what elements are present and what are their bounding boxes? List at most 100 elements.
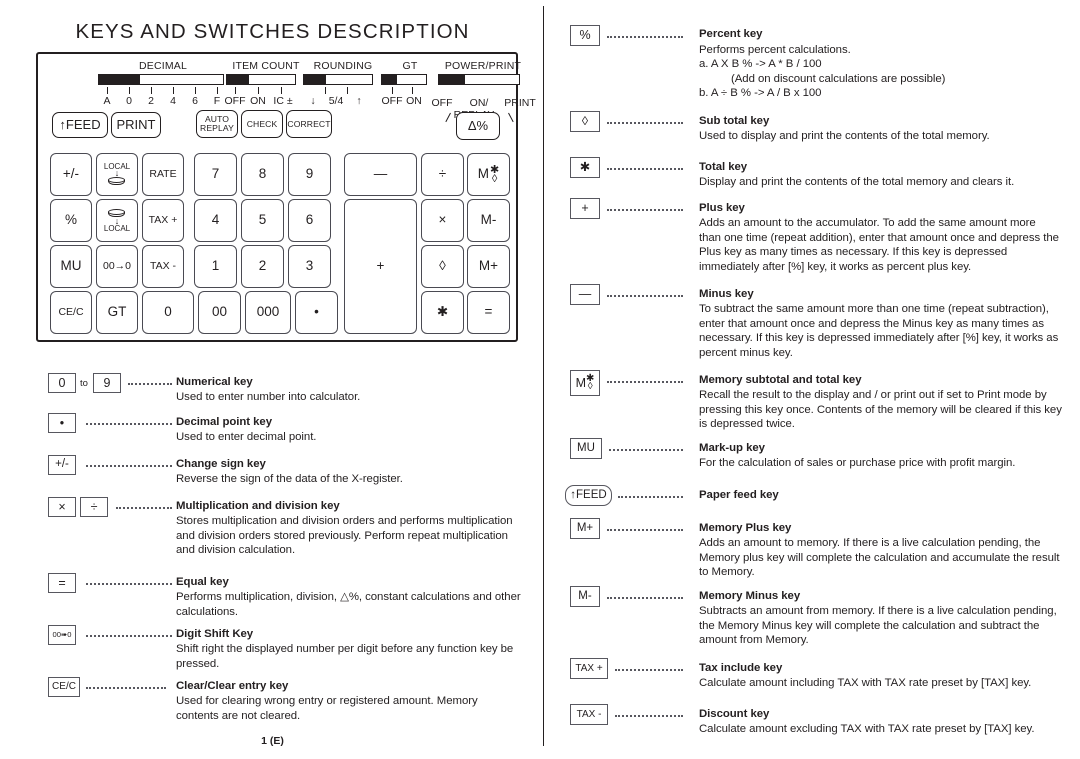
- key-icon-tax-plus[interactable]: TAX +: [570, 658, 608, 679]
- entry-body: Stores multiplication and division order…: [176, 515, 513, 557]
- entry-body: Display and print the contents of the to…: [699, 176, 1015, 188]
- key-memory-subtotal-total[interactable]: M ✱ ◊: [467, 153, 510, 196]
- entry-title: Sub total key: [699, 115, 770, 127]
- key-icon-memory-minus[interactable]: M-: [570, 586, 600, 607]
- key-subtotal[interactable]: ◊: [421, 245, 464, 288]
- key-0[interactable]: 0: [142, 291, 194, 334]
- page-footer: 1 (E): [0, 735, 545, 747]
- leader-dots: [607, 295, 683, 299]
- key-icon-plus-minus[interactable]: +/-: [48, 455, 76, 475]
- key-memory-minus[interactable]: M-: [467, 199, 510, 242]
- cylinder-icon: [108, 177, 126, 186]
- key-decimal-point[interactable]: •: [295, 291, 338, 334]
- right-column: % Percent key Performs percent calculati…: [545, 0, 1080, 759]
- key-plus[interactable]: +: [344, 199, 417, 334]
- key-tax-plus[interactable]: TAX +: [142, 199, 184, 242]
- key-equals[interactable]: =: [467, 291, 510, 334]
- entry-body: Used to enter decimal point.: [176, 431, 317, 443]
- key-icon-paper-feed[interactable]: ↑FEED: [565, 485, 612, 506]
- calculator-diagram: DECIMAL A 0 2 4 6 F ITEM COUNT OFF ON IC…: [36, 52, 536, 342]
- entry-title: Numerical key: [176, 376, 253, 388]
- key-2[interactable]: 2: [241, 245, 284, 288]
- key-grand-total[interactable]: GT: [96, 291, 138, 334]
- key-icon-markup[interactable]: MU: [570, 438, 602, 459]
- down-arrow-icon: ↓: [114, 168, 120, 179]
- page-number: 1 (E): [261, 735, 284, 747]
- key-total[interactable]: ✱: [421, 291, 464, 334]
- key-digit-shift[interactable]: 00→0: [96, 245, 138, 288]
- leader-dots: [607, 209, 683, 213]
- key-icon-memory-plus[interactable]: M+: [570, 518, 600, 539]
- key-icon-9[interactable]: 9: [93, 373, 121, 393]
- key-icon-decimal-point[interactable]: •: [48, 413, 76, 433]
- key-down-local-label: LOCAL: [103, 223, 131, 233]
- key-icon-tax-minus[interactable]: TAX -: [570, 704, 608, 725]
- key-minus[interactable]: —: [344, 153, 417, 196]
- key-double-zero[interactable]: 00: [198, 291, 241, 334]
- leader-dots: [86, 687, 166, 691]
- key-icon-plus[interactable]: +: [570, 198, 600, 219]
- key-icon-multiply[interactable]: ×: [48, 497, 76, 517]
- manual-page: KEYS AND SWITCHES DESCRIPTION DECIMAL A …: [0, 0, 1080, 759]
- entry-title: Mark-up key: [699, 442, 765, 454]
- entry-title: Memory Plus key: [699, 522, 792, 534]
- entry-body: Recall the result to the display and / o…: [699, 389, 1062, 431]
- key-icon-0[interactable]: 0: [48, 373, 76, 393]
- leader-dots: [116, 507, 172, 511]
- leader-dots: [86, 635, 172, 639]
- entry-title: Equal key: [176, 576, 229, 588]
- key-4[interactable]: 4: [194, 199, 237, 242]
- leader-dots: [615, 715, 683, 719]
- entry-list: a. A X B % -> A * B / 100 (Add on discou…: [699, 57, 1054, 101]
- key-local-down[interactable]: LOCAL ↓: [96, 153, 138, 196]
- key-icon-equals[interactable]: =: [48, 573, 76, 593]
- key-icon-minus[interactable]: —: [570, 284, 600, 305]
- key-rate[interactable]: RATE: [142, 153, 184, 196]
- key-icon-memory-subtotal-total[interactable]: M ✱ ◊: [570, 370, 600, 396]
- key-icon-clear-entry[interactable]: CE/C: [48, 677, 80, 697]
- entry-body: For the calculation of sales or purchase…: [699, 457, 1016, 469]
- entry-list-item: (Add on discount calculations are possib…: [731, 72, 946, 85]
- key-icon-percent[interactable]: %: [570, 25, 600, 46]
- key-clear-entry[interactable]: CE/C: [50, 291, 92, 334]
- key-3[interactable]: 3: [288, 245, 331, 288]
- key-icon-divide[interactable]: ÷: [80, 497, 108, 517]
- key-percent[interactable]: %: [50, 199, 92, 242]
- entry-title: Minus key: [699, 288, 754, 300]
- key-memory-plus[interactable]: M+: [467, 245, 510, 288]
- key-triple-zero[interactable]: 000: [245, 291, 291, 334]
- key-7[interactable]: 7: [194, 153, 237, 196]
- entry-body: Subtracts an amount from memory. If ther…: [699, 605, 1057, 647]
- key-markup[interactable]: MU: [50, 245, 92, 288]
- key-icon-subtotal[interactable]: ◊: [570, 111, 600, 132]
- key-multiply[interactable]: ×: [421, 199, 464, 242]
- entry-title: Clear/Clear entry key: [176, 680, 289, 692]
- key-1[interactable]: 1: [194, 245, 237, 288]
- key-tax-minus[interactable]: TAX -: [142, 245, 184, 288]
- range-separator: to: [80, 378, 88, 389]
- leader-dots: [607, 36, 683, 40]
- leader-dots: [128, 383, 172, 387]
- entry-body: Used to enter number into calculator.: [176, 391, 361, 403]
- leader-dots: [86, 423, 172, 427]
- entry-body: Calculate amount including TAX with TAX …: [699, 677, 1032, 689]
- key-6[interactable]: 6: [288, 199, 331, 242]
- leader-dots: [618, 496, 683, 500]
- key-5[interactable]: 5: [241, 199, 284, 242]
- entry-body: Used for clearing wrong entry or registe…: [176, 695, 478, 722]
- key-9[interactable]: 9: [288, 153, 331, 196]
- key-8[interactable]: 8: [241, 153, 284, 196]
- leader-dots: [607, 381, 683, 385]
- entry-title: Paper feed key: [699, 489, 779, 501]
- cylinder-icon: [108, 208, 126, 218]
- key-down-local[interactable]: ↓ LOCAL: [96, 199, 138, 242]
- key-memory-letter: M: [477, 166, 490, 182]
- key-plus-minus[interactable]: +/-: [50, 153, 92, 196]
- leader-dots: [607, 168, 683, 172]
- key-icon-total[interactable]: ✱: [570, 157, 600, 178]
- page-title: KEYS AND SWITCHES DESCRIPTION: [75, 20, 470, 43]
- leader-dots: [607, 597, 683, 601]
- key-divide[interactable]: ÷: [421, 153, 464, 196]
- entry-title: Digit Shift Key: [176, 628, 254, 640]
- key-icon-digit-shift[interactable]: 00➠0: [48, 625, 76, 645]
